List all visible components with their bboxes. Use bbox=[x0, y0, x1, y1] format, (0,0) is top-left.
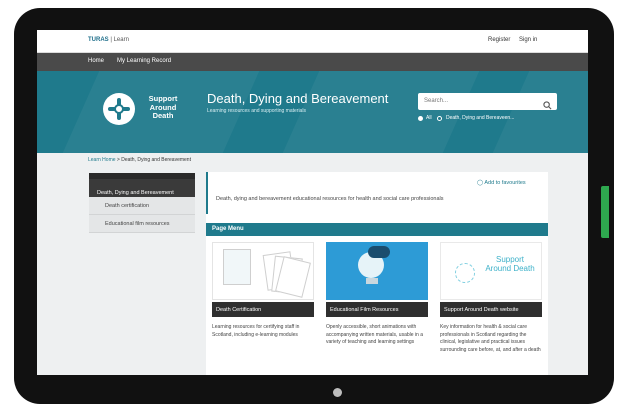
favourite-label: Add to favourites bbox=[484, 180, 526, 186]
breadcrumb-home[interactable]: Learn Home bbox=[88, 157, 116, 163]
speech-tag-icon bbox=[368, 246, 390, 258]
card-caption[interactable]: Educational Film Resources bbox=[326, 302, 428, 317]
main-nav: Home My Learning Record bbox=[37, 53, 588, 71]
search-placeholder: Search... bbox=[424, 98, 449, 104]
card-logo-text: Support Around Death bbox=[485, 255, 535, 273]
search-icon[interactable] bbox=[543, 97, 552, 110]
card-image-logo[interactable]: Support Around Death bbox=[440, 242, 542, 300]
flower-mark-icon bbox=[455, 263, 475, 283]
sidebar-item-educational-film-resources[interactable]: Educational film resources bbox=[89, 215, 195, 233]
page-menu-header: Page Menu bbox=[206, 223, 548, 236]
sidebar-item-death-dying-bereavement[interactable]: Death, Dying and Bereavement bbox=[89, 173, 195, 197]
sidebar-item-death-certification[interactable]: Death certification bbox=[89, 197, 195, 215]
search-scope-all-label: All bbox=[426, 115, 432, 121]
breadcrumb: Learn Home > Death, Dying and Bereavemen… bbox=[88, 157, 191, 163]
search-input[interactable]: Search... bbox=[418, 93, 557, 110]
favourite-icon: ◯ bbox=[477, 180, 484, 186]
document-icon bbox=[223, 249, 251, 285]
home-button bbox=[333, 388, 342, 397]
add-to-favourites-link[interactable]: ◯ Add to favourites bbox=[477, 180, 526, 186]
browser-screen: TURAS | Learn Register Sign in Home My L… bbox=[37, 30, 588, 375]
card-description: Key information for health & social care… bbox=[440, 324, 541, 353]
sign-in-link[interactable]: Sign in bbox=[519, 37, 537, 43]
breadcrumb-separator: > bbox=[116, 157, 120, 163]
banner-stripe bbox=[475, 71, 588, 153]
intro-accent-bar bbox=[206, 172, 208, 214]
top-bar: TURAS | Learn Register Sign in bbox=[37, 30, 588, 53]
feedback-tab[interactable] bbox=[601, 186, 609, 238]
card-description: Openly accessible, short animations with… bbox=[326, 324, 423, 345]
card-image-lightbulb[interactable] bbox=[326, 242, 428, 300]
support-around-death-logo-icon bbox=[103, 93, 135, 125]
breadcrumb-current: Death, Dying and Bereavement bbox=[121, 157, 191, 163]
logo-text: Support Around Death bbox=[148, 94, 178, 120]
search-scope-all-radio[interactable] bbox=[418, 116, 423, 121]
brand-logo[interactable]: TURAS | Learn bbox=[88, 37, 129, 43]
hero-banner: Support Around Death Death, Dying and Be… bbox=[37, 71, 588, 153]
search-scope-section-label: Death, Dying and Bereaveen... bbox=[446, 115, 515, 121]
nav-my-learning-record[interactable]: My Learning Record bbox=[117, 58, 171, 64]
sidebar: Death, Dying and Bereavement Death certi… bbox=[89, 173, 195, 233]
page-subtitle: Learning resources and supporting materi… bbox=[207, 108, 306, 114]
card-description: Learning resources for certifying staff … bbox=[212, 324, 300, 338]
card-caption[interactable]: Death Certification bbox=[212, 302, 314, 317]
nav-home[interactable]: Home bbox=[88, 58, 104, 64]
register-link[interactable]: Register bbox=[488, 37, 510, 43]
card-caption[interactable]: Support Around Death website bbox=[440, 302, 542, 317]
intro-text: Death, dying and bereavement educational… bbox=[216, 196, 444, 202]
card-image-documents[interactable] bbox=[212, 242, 314, 300]
lightbulb-base-icon bbox=[366, 278, 378, 284]
page-menu-label: Page Menu bbox=[212, 226, 244, 232]
main-content: ◯ Add to favourites Death, dying and ber… bbox=[206, 172, 548, 375]
page-title: Death, Dying and Bereavement bbox=[207, 91, 389, 106]
search-scope-section-radio[interactable] bbox=[437, 116, 442, 121]
